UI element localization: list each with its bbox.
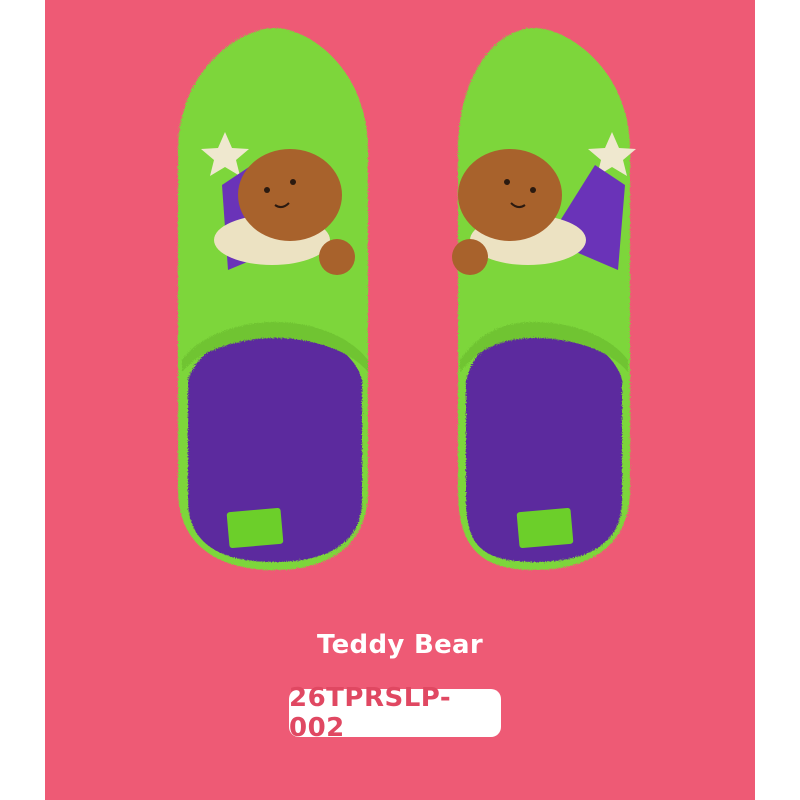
product-name: Teddy Bear	[317, 630, 483, 660]
brand-tag	[516, 507, 574, 549]
left-slipper	[178, 28, 368, 570]
slipper-pair-image	[178, 28, 636, 570]
product-code-badge: 26TPRSLP-002	[289, 683, 501, 743]
brand-tag	[226, 507, 284, 549]
product-code: 26TPRSLP-002	[289, 683, 452, 743]
right-slipper	[458, 28, 630, 570]
